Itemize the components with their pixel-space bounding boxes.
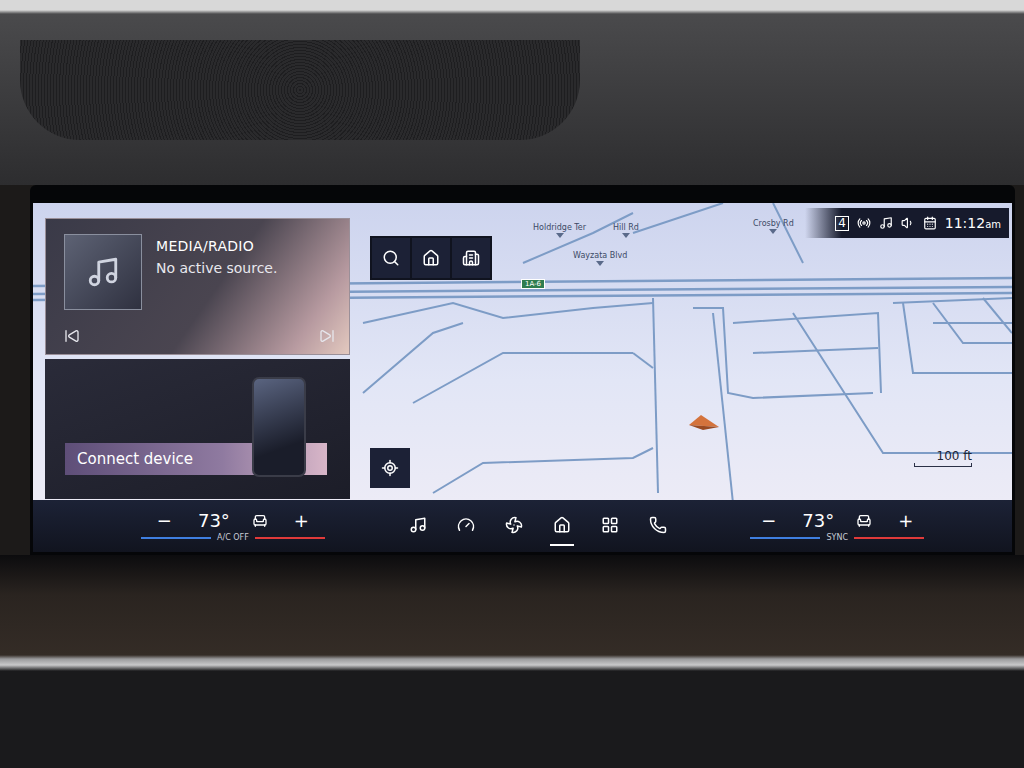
- music-icon: [86, 255, 120, 289]
- poi-button[interactable]: [452, 238, 490, 278]
- calendar-icon: [923, 216, 937, 230]
- bottom-bar: − 73° + A/C OFF − 73° + SYNC: [33, 500, 1012, 552]
- page: Holdridge Ter Hill Rd Wayzata Blvd Crosby R…: [0, 0, 1024, 768]
- recenter-button[interactable]: [370, 448, 410, 488]
- climate-mode: A/C OFF: [217, 533, 249, 542]
- nav-button[interactable]: [406, 506, 430, 546]
- map-toolbar: [370, 236, 492, 280]
- building-icon: [462, 249, 480, 267]
- temp-down-button[interactable]: −: [153, 510, 176, 531]
- seat-heat-icon[interactable]: [856, 513, 872, 529]
- map[interactable]: Holdridge Ter Hill Rd Wayzata Blvd Crosby R…: [33, 203, 1012, 500]
- climate-control: − 73° + SYNC: [750, 510, 924, 542]
- phone-icon: [252, 377, 306, 477]
- home-icon: [422, 249, 440, 267]
- seat-heat-icon[interactable]: [252, 513, 268, 529]
- map-label: Crosby Rd: [753, 219, 794, 234]
- climate-control: − 73° + A/C OFF: [141, 510, 325, 542]
- media-status: No active source.: [156, 260, 277, 276]
- nav-button[interactable]: [502, 506, 526, 546]
- map-label: Holdridge Ter: [533, 223, 586, 238]
- temp-up-button[interactable]: +: [290, 510, 313, 531]
- nav-button[interactable]: [454, 506, 478, 546]
- phone-icon: [649, 516, 667, 534]
- map-label: Wayzata Blvd: [573, 251, 627, 266]
- locate-icon: [381, 459, 399, 477]
- media-icon: [409, 516, 427, 534]
- media-title: MEDIA/RADIO: [156, 238, 277, 254]
- music-icon: [879, 216, 893, 230]
- pin-icon: [622, 233, 630, 238]
- dashboard-top: [0, 0, 1024, 185]
- pin-icon: [596, 261, 604, 266]
- nav-button[interactable]: [598, 506, 622, 546]
- gauge-icon: [457, 516, 475, 534]
- map-scale: 100 ft: [914, 449, 972, 467]
- vehicle-position-icon: [689, 411, 719, 433]
- skip-back-icon[interactable]: [64, 328, 80, 344]
- skip-forward-icon[interactable]: [319, 328, 335, 344]
- device-card[interactable]: Connect device: [45, 359, 350, 499]
- clock: 11:12am: [945, 215, 1001, 231]
- screen-frame: Holdridge Ter Hill Rd Wayzata Blvd Crosby R…: [30, 185, 1015, 555]
- nav-button[interactable]: [550, 506, 574, 546]
- album-art: [64, 234, 142, 310]
- status-indicator: 4: [835, 216, 849, 231]
- search-button[interactable]: [372, 238, 410, 278]
- connectivity-icon: [857, 216, 871, 230]
- map-label: Hill Rd: [613, 223, 639, 238]
- status-bar: 4 11:12am: [805, 208, 1009, 238]
- media-card[interactable]: MEDIA/RADIO No active source.: [45, 218, 350, 355]
- nav-bar: [406, 506, 670, 546]
- home-icon: [553, 516, 571, 534]
- fan-icon: [505, 516, 523, 534]
- temperature: 73°: [802, 510, 834, 531]
- pin-icon: [556, 233, 564, 238]
- screen: Holdridge Ter Hill Rd Wayzata Blvd Crosby R…: [33, 203, 1012, 552]
- dashboard-trim: [0, 555, 1024, 768]
- climate-mode: SYNC: [826, 533, 848, 542]
- temp-down-button[interactable]: −: [757, 510, 780, 531]
- nav-button[interactable]: [646, 506, 670, 546]
- pin-icon: [769, 229, 777, 234]
- widget-column: MEDIA/RADIO No active source. Connect devi…: [45, 218, 350, 500]
- volume-icon: [901, 216, 915, 230]
- speaker-grille: [20, 40, 580, 140]
- highway-sign: 1A-6: [521, 279, 545, 289]
- search-icon: [382, 249, 400, 267]
- temp-up-button[interactable]: +: [894, 510, 917, 531]
- apps-icon: [601, 516, 619, 534]
- home-button[interactable]: [412, 238, 450, 278]
- temperature: 73°: [198, 510, 230, 531]
